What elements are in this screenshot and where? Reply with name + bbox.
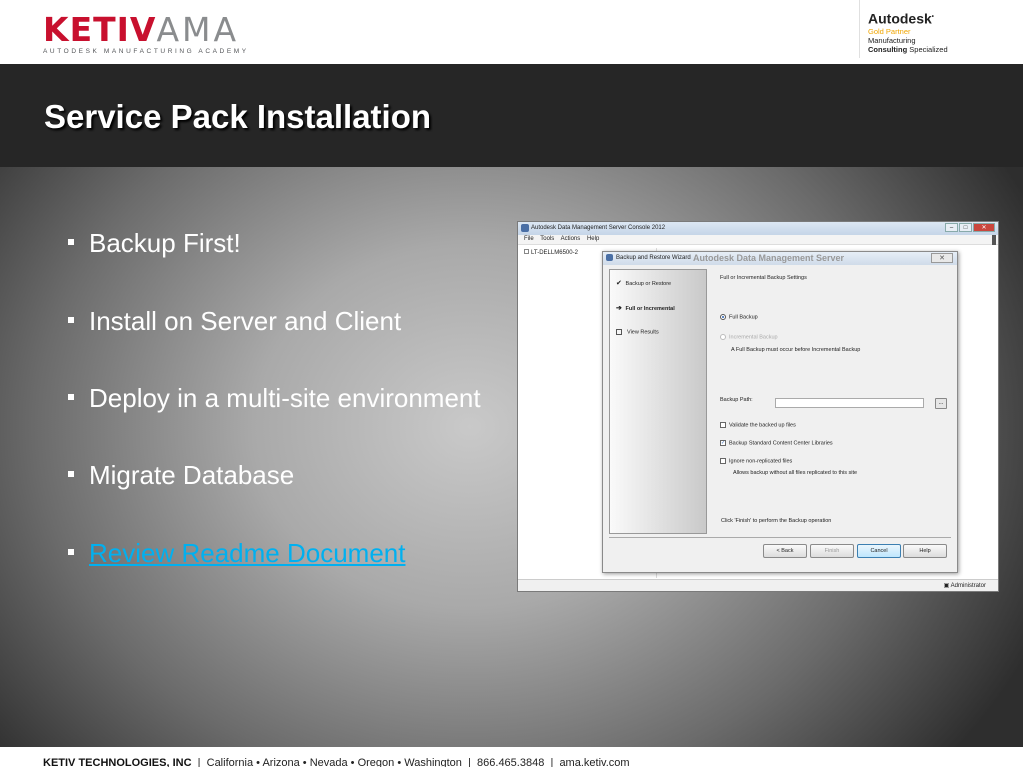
wizard-steps: ✔ Backup or Restore ➔ Full or Incrementa… (609, 269, 707, 534)
full-backup-note: A Full Backup must occur before Incremen… (731, 347, 861, 353)
footer-sep: | (197, 757, 201, 767)
checkbox-unchecked-icon[interactable] (720, 422, 726, 428)
footer: KETIV TECHNOLOGIES, INC | California • A… (0, 747, 1023, 767)
menu-help[interactable]: Help (587, 236, 599, 242)
help-button[interactable]: Help (903, 544, 947, 558)
empty-box-icon (616, 329, 622, 335)
partner-line2-rest: Specialized (909, 44, 948, 54)
bullet-item: Install on Server and Client (68, 306, 401, 337)
status-bar: ▣ Administrator (518, 579, 998, 591)
backup-path-label: Backup Path: (720, 397, 753, 403)
ketiv-ama-logo: KETIVAMA AUTODESK MANUFACTURING ACADEMY (43, 13, 249, 55)
settings-heading: Full or Incremental Backup Settings (720, 275, 807, 281)
content-center-checkbox[interactable]: ✓ Backup Standard Content Center Librarie… (720, 440, 833, 446)
wizard-close-icon[interactable]: ✕ (931, 253, 953, 263)
footer-site[interactable]: ama.ketiv.com (559, 757, 629, 767)
cancel-button[interactable]: Cancel (857, 544, 901, 558)
footer-locations: California • Arizona • Nevada • Oregon •… (206, 757, 462, 767)
maximize-icon[interactable]: □ (959, 223, 972, 232)
button-divider (609, 537, 951, 538)
logo-gray-text: AMA (156, 10, 240, 49)
wizard-title: Backup and Restore Wizard (616, 255, 691, 261)
partner-line1: Manufacturing (868, 35, 916, 45)
wizard-titlebar: Backup and Restore Wizard Autodesk Data … (603, 252, 957, 265)
logo-red-text: KETIV (43, 10, 157, 49)
partner-brand: Autodesk (868, 10, 932, 27)
check-icon: ✔ (616, 280, 622, 287)
checkbox-unchecked-icon[interactable] (720, 458, 726, 464)
footer-text: KETIV TECHNOLOGIES, INC | California • A… (43, 757, 630, 767)
minimize-icon[interactable]: – (945, 223, 958, 232)
partner-tier: Gold Partner (868, 26, 911, 36)
tree-root-label[interactable]: LT-DELLM6500-2 (531, 250, 578, 256)
readme-link-item[interactable]: Review Readme Document (68, 538, 405, 569)
menu-bar: File Tools Actions Help (518, 235, 998, 245)
tree-expand-icon[interactable] (524, 249, 529, 254)
slide-title: Service Pack Installation (44, 98, 432, 135)
server-tree: LT-DELLM6500-2 (524, 249, 578, 256)
footer-sep: | (468, 757, 471, 767)
header: KETIVAMA AUTODESK MANUFACTURING ACADEMY … (0, 0, 1023, 64)
backup-path-input[interactable] (775, 398, 924, 408)
back-button[interactable]: < Back (763, 544, 807, 558)
scrollbar[interactable] (992, 235, 996, 245)
bullet-item: Backup First! (68, 228, 241, 259)
wizard-icon (606, 254, 613, 261)
bullet-square-icon (68, 549, 74, 556)
readme-link[interactable]: Review Readme Document (89, 538, 405, 568)
bullet-item: Deploy in a multi-site environment (68, 383, 481, 414)
footer-phone: 866.465.3848 (477, 757, 545, 767)
radio-selected-icon[interactable] (720, 314, 726, 320)
step-backup-or-restore: ✔ Backup or Restore (616, 280, 672, 287)
partner-line2-bold: Consulting (868, 44, 908, 54)
menu-tools[interactable]: Tools (540, 236, 554, 242)
checkbox-checked-icon[interactable]: ✓ (720, 440, 726, 446)
ignore-nonreplicated-checkbox[interactable]: Ignore non-replicated files (720, 458, 792, 464)
app-icon (521, 224, 529, 232)
finish-button[interactable]: Finish (810, 544, 854, 558)
bullet-square-icon (68, 317, 74, 324)
menu-actions[interactable]: Actions (561, 236, 581, 242)
window-titlebar: Autodesk Data Management Server Console … (518, 222, 998, 235)
arrow-icon: ➔ (616, 305, 622, 312)
finish-hint: Click 'Finish' to perform the Backup ope… (721, 518, 832, 524)
full-backup-radio[interactable]: Full Backup (720, 314, 758, 320)
bullet-item: Migrate Database (68, 460, 294, 491)
autodesk-partner-badge: Autodesk• Gold Partner Manufacturing Con… (859, 0, 1023, 58)
ignore-note: Allows backup without all files replicat… (733, 470, 858, 476)
bullet-square-icon (68, 394, 74, 401)
step-view-results: View Results (616, 329, 659, 335)
radio-disabled-icon[interactable] (720, 334, 726, 340)
close-icon[interactable]: ✕ (973, 223, 995, 232)
window-title: Autodesk Data Management Server Console … (531, 225, 666, 231)
logo-subtitle: AUTODESK MANUFACTURING ACADEMY (43, 48, 249, 55)
wizard-ghost-title: Autodesk Data Management Server (693, 253, 845, 263)
bullet-square-icon (68, 239, 74, 246)
server-console-screenshot: Autodesk Data Management Server Console … (517, 221, 999, 592)
backup-restore-wizard: Backup and Restore Wizard Autodesk Data … (602, 251, 958, 573)
validate-checkbox[interactable]: Validate the backed up files (720, 422, 796, 428)
status-user: ▣ Administrator (943, 583, 986, 589)
footer-sep: | (550, 757, 554, 767)
bullet-square-icon (68, 471, 74, 478)
step-full-or-incremental: ➔ Full or Incremental (616, 305, 675, 312)
menu-file[interactable]: File (524, 236, 534, 242)
browse-button[interactable]: ... (935, 398, 947, 409)
footer-company: KETIV TECHNOLOGIES, INC (43, 757, 192, 767)
incremental-backup-radio[interactable]: Incremental Backup (720, 334, 778, 340)
